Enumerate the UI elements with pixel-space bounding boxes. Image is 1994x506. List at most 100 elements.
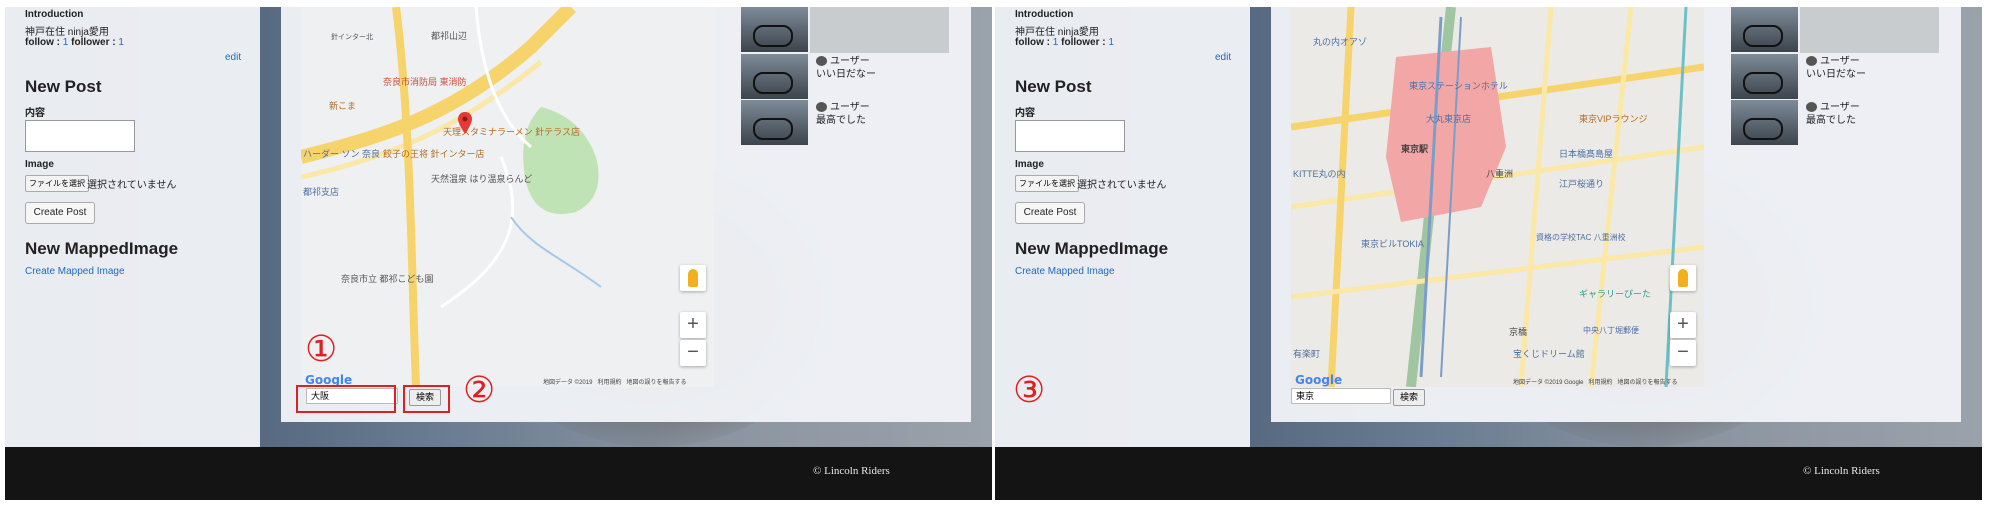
main-card: 丸の内オアゾ 東京ステーションホテル 大丸東京店 東京駅 KITTE丸の内 東京… — [1271, 7, 1961, 422]
recent-posts: ユーザー いい日だなー ユーザー 最高でした — [741, 7, 951, 147]
image-label: Image — [25, 159, 54, 170]
new-post-heading: New Post — [25, 77, 102, 96]
file-select-button[interactable]: ファイルを選択 — [25, 175, 89, 192]
file-select-button[interactable]: ファイルを選択 — [1015, 175, 1079, 192]
map-label: 都祁山辺 — [431, 31, 468, 41]
follow-count-link[interactable]: 1 — [1053, 37, 1059, 48]
content-label: 内容 — [1015, 108, 1035, 119]
file-status: 選択されていません — [1077, 180, 1167, 191]
terms-link[interactable]: 利用規約 — [1588, 380, 1612, 386]
map-label: ギャラリーぴーた — [1579, 289, 1652, 299]
report-error-link[interactable]: 地図の誤りを報告する — [1618, 380, 1678, 386]
content-textarea[interactable] — [25, 120, 135, 152]
new-post-heading: New Post — [1015, 77, 1092, 96]
zoom-out-button[interactable]: − — [1670, 340, 1696, 366]
map-label: 餃子の王将 針インター店 — [383, 149, 485, 159]
post-item: ユーザー いい日だなー — [1806, 56, 1866, 80]
placeholder-image — [1800, 7, 1939, 53]
map-label: 東京ビルTOKIA — [1361, 239, 1424, 249]
create-post-button[interactable]: Create Post — [1015, 202, 1085, 224]
post-thumbnail[interactable] — [741, 7, 808, 52]
zoom-in-button[interactable]: + — [680, 312, 706, 338]
avatar-icon — [816, 56, 827, 67]
footer-copyright: © Lincoln Riders — [1803, 465, 1880, 477]
map-attribution: 地図データ ©2019 利用規約 地図の誤りを報告する — [543, 380, 687, 386]
content-label: 内容 — [25, 108, 45, 119]
map-attribution: 地図データ ©2019 Google 利用規約 地図の誤りを報告する — [1513, 380, 1678, 386]
file-status: 選択されていません — [87, 180, 177, 191]
highlight-box-search-input — [296, 385, 396, 413]
avatar-icon — [816, 102, 827, 113]
map-label: 日本橋髙島屋 — [1559, 149, 1614, 159]
map-label: 新こま — [329, 101, 357, 111]
map-label: 東京ステーションホテル — [1409, 81, 1508, 91]
main-card: 奈良市消防局 東消防 天理スタミナラーメン 針テラス店 餃子の王将 針インター店… — [281, 7, 971, 422]
google-map[interactable]: 奈良市消防局 東消防 天理スタミナラーメン 針テラス店 餃子の王将 針インター店… — [301, 7, 714, 387]
placeholder-image — [810, 7, 949, 53]
post-thumbnail[interactable] — [741, 100, 808, 145]
post-item: ユーザー 最高でした — [1806, 102, 1860, 126]
street-view-pegman-icon[interactable] — [680, 265, 706, 291]
avatar-icon — [1806, 102, 1817, 113]
mapped-image-heading: New MappedImage — [1015, 239, 1169, 258]
zoom-in-button[interactable]: + — [1670, 312, 1696, 338]
annotation-step-1: ① — [305, 329, 338, 370]
follower-count-link[interactable]: 1 — [1108, 37, 1114, 48]
avatar-icon — [1806, 56, 1817, 67]
profile-sidebar: Introduction 神戸在住 ninja愛用 follow : 1 fol… — [5, 7, 260, 447]
content-textarea[interactable] — [1015, 120, 1125, 152]
map-osaka-svg — [301, 7, 714, 387]
map-label: 東京VIPラウンジ — [1579, 114, 1648, 124]
map-pin-icon[interactable] — [458, 112, 472, 134]
post-item: ユーザー 最高でした — [816, 102, 870, 126]
edit-link[interactable]: edit — [1215, 52, 1231, 63]
follow-stats: follow : 1 follower : 1 — [25, 37, 124, 48]
intro-text: 神戸在住 ninja愛用 — [25, 27, 109, 38]
zoom-out-button[interactable]: − — [680, 340, 706, 366]
screenshot-panel-osaka: Introduction 神戸在住 ninja愛用 follow : 1 fol… — [5, 7, 992, 500]
site-footer: © Lincoln Riders — [995, 447, 1982, 500]
post-thumbnail[interactable] — [1731, 54, 1798, 99]
map-label: 資格の学校TAC 八重洲校 — [1536, 233, 1626, 242]
place-search-input[interactable] — [1291, 388, 1391, 404]
terms-link[interactable]: 利用規約 — [597, 380, 621, 386]
street-view-pegman-icon[interactable] — [1670, 265, 1696, 291]
mapped-image-heading: New MappedImage — [25, 239, 179, 258]
footer-copyright: © Lincoln Riders — [813, 465, 890, 477]
google-logo: Google — [1295, 373, 1343, 387]
map-label: 八重洲 — [1486, 169, 1514, 179]
google-map[interactable]: 丸の内オアゾ 東京ステーションホテル 大丸東京店 東京駅 KITTE丸の内 東京… — [1291, 7, 1704, 387]
post-thumbnail[interactable] — [741, 54, 808, 99]
map-label: 江戸桜通り — [1559, 179, 1605, 189]
map-label: 天然温泉 はり温泉らんど — [431, 174, 533, 184]
map-label: 宝くじドリーム館 — [1513, 349, 1585, 359]
screenshot-panel-tokyo: Introduction 神戸在住 ninja愛用 follow : 1 fol… — [995, 7, 1982, 500]
post-thumbnail[interactable] — [1731, 100, 1798, 145]
follow-count-link[interactable]: 1 — [63, 37, 69, 48]
annotation-step-2: ② — [463, 370, 496, 411]
create-mapped-image-link[interactable]: Create Mapped Image — [25, 266, 125, 277]
create-mapped-image-link[interactable]: Create Mapped Image — [1015, 266, 1115, 277]
highlight-box-search-button — [403, 385, 450, 413]
report-error-link[interactable]: 地図の誤りを報告する — [626, 380, 686, 386]
follower-count-link[interactable]: 1 — [118, 37, 124, 48]
map-label: 大丸東京店 — [1426, 114, 1472, 124]
map-label: 東京駅 — [1401, 144, 1429, 154]
map-label: 都祁支店 — [303, 187, 340, 197]
follow-stats: follow : 1 follower : 1 — [1015, 37, 1114, 48]
intro-text: 神戸在住 ninja愛用 — [1015, 27, 1099, 38]
map-label: 京橋 — [1509, 327, 1528, 337]
map-label: 丸の内オアゾ — [1313, 37, 1368, 47]
search-button[interactable]: 検索 — [1393, 389, 1425, 406]
edit-link[interactable]: edit — [225, 52, 241, 63]
map-label: 中央八丁堀郵便 — [1583, 326, 1639, 335]
map-label: 針インター北 — [331, 34, 373, 41]
post-item: ユーザー いい日だなー — [816, 56, 876, 80]
post-thumbnail[interactable] — [1731, 7, 1798, 52]
recent-posts: ユーザー いい日だなー ユーザー 最高でした — [1731, 7, 1941, 147]
map-tokyo-svg — [1291, 7, 1704, 387]
map-label: ハーダー ソン 奈良 — [303, 149, 381, 159]
map-label: 奈良市立 都祁こども園 — [341, 274, 434, 284]
create-post-button[interactable]: Create Post — [25, 202, 95, 224]
intro-title: Introduction — [1015, 9, 1074, 20]
